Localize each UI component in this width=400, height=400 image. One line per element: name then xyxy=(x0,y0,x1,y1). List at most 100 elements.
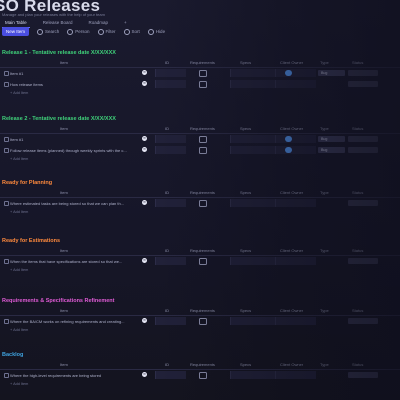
status-badge[interactable] xyxy=(348,371,378,378)
column-header-item[interactable]: Item xyxy=(60,248,68,253)
table-cell[interactable] xyxy=(275,146,316,154)
type-badge[interactable]: Bug xyxy=(318,69,345,76)
column-header-specs[interactable]: Specs xyxy=(240,308,251,313)
updates-icon[interactable]: ✉ xyxy=(142,81,147,86)
column-header-requirements[interactable]: Requirements xyxy=(190,248,215,253)
table-cell[interactable] xyxy=(275,317,316,325)
row-checkbox[interactable] xyxy=(4,319,9,324)
table-cell[interactable] xyxy=(230,199,281,207)
row-checkbox[interactable] xyxy=(4,259,9,264)
new-item-button[interactable]: New Item xyxy=(2,27,30,36)
row-checkbox[interactable] xyxy=(4,373,9,378)
table-cell[interactable] xyxy=(230,69,281,77)
column-header-id[interactable]: ID xyxy=(165,190,169,195)
column-header-client-owner[interactable]: Client Owner xyxy=(280,308,303,313)
column-header-specs[interactable]: Specs xyxy=(240,126,251,131)
column-header-type[interactable]: Type xyxy=(320,60,329,65)
column-header-type[interactable]: Type xyxy=(320,362,329,367)
column-header-id[interactable]: ID xyxy=(165,308,169,313)
status-badge[interactable] xyxy=(348,199,378,206)
item-name[interactable]: Where the high-level requirements are be… xyxy=(10,373,101,378)
row-checkbox[interactable] xyxy=(4,201,9,206)
status-badge[interactable] xyxy=(348,146,378,153)
add-item-button[interactable]: + Add Item xyxy=(10,328,28,332)
updates-icon[interactable]: ✉ xyxy=(142,200,147,205)
updates-icon[interactable]: ✉ xyxy=(142,147,147,152)
requirements-doc-icon[interactable] xyxy=(199,372,207,379)
table-cell[interactable] xyxy=(275,371,316,379)
column-header-item[interactable]: Item xyxy=(60,60,68,65)
updates-icon[interactable]: ✉ xyxy=(142,70,147,75)
column-header-item[interactable]: Item xyxy=(60,126,68,131)
filter-button[interactable]: Filter xyxy=(97,28,116,35)
table-cell[interactable] xyxy=(155,80,186,88)
table-row[interactable]: How release items ✉ xyxy=(0,79,400,89)
table-row[interactable]: Item #1 ✉ Bug xyxy=(0,134,400,144)
table-cell[interactable] xyxy=(230,135,281,143)
table-cell[interactable] xyxy=(275,69,316,77)
table-cell[interactable] xyxy=(275,199,316,207)
row-checkbox[interactable] xyxy=(4,148,9,153)
table-row[interactable]: Item #1 ✉ Bug xyxy=(0,68,400,78)
table-row[interactable]: Where the high-level requirements are be… xyxy=(0,370,400,380)
column-header-requirements[interactable]: Requirements xyxy=(190,308,215,313)
group-title[interactable]: Backlog xyxy=(2,352,23,358)
table-cell[interactable] xyxy=(275,80,316,88)
status-badge[interactable] xyxy=(348,135,378,142)
column-header-type[interactable]: Type xyxy=(320,190,329,195)
item-name[interactable]: Item #1 xyxy=(10,137,23,142)
avatar[interactable] xyxy=(285,146,292,153)
column-header-status[interactable]: Status xyxy=(352,60,363,65)
column-header-status[interactable]: Status xyxy=(352,190,363,195)
requirements-doc-icon[interactable] xyxy=(199,318,207,325)
table-row[interactable]: Where estimated tasks are being stored s… xyxy=(0,198,400,208)
person-button[interactable]: Person xyxy=(67,28,90,35)
avatar[interactable] xyxy=(285,135,292,142)
row-checkbox[interactable] xyxy=(4,71,9,76)
updates-icon[interactable]: ✉ xyxy=(142,318,147,323)
column-header-client-owner[interactable]: Client Owner xyxy=(280,362,303,367)
status-badge[interactable] xyxy=(348,257,378,264)
group-title[interactable]: Requirements & Specifications Refinement xyxy=(2,298,114,304)
column-header-requirements[interactable]: Requirements xyxy=(190,362,215,367)
table-cell[interactable] xyxy=(155,257,186,265)
table-row[interactable]: Where the BA/CM works on refining requir… xyxy=(0,316,400,326)
avatar[interactable] xyxy=(285,69,292,76)
column-header-requirements[interactable]: Requirements xyxy=(190,190,215,195)
updates-icon[interactable]: ✉ xyxy=(142,136,147,141)
column-header-status[interactable]: Status xyxy=(352,308,363,313)
table-cell[interactable] xyxy=(155,199,186,207)
item-name[interactable]: When the items that have specifications … xyxy=(10,259,122,264)
row-checkbox[interactable] xyxy=(4,137,9,142)
column-header-id[interactable]: ID xyxy=(165,126,169,131)
add-item-button[interactable]: + Add Item xyxy=(10,157,28,161)
table-cell[interactable] xyxy=(275,135,316,143)
column-header-specs[interactable]: Specs xyxy=(240,248,251,253)
column-header-status[interactable]: Status xyxy=(352,362,363,367)
table-cell[interactable] xyxy=(230,371,281,379)
table-row[interactable]: Follow release items (planned) through w… xyxy=(0,145,400,155)
requirements-doc-icon[interactable] xyxy=(199,147,207,154)
status-badge[interactable] xyxy=(348,317,378,324)
requirements-doc-icon[interactable] xyxy=(199,200,207,207)
item-name[interactable]: Follow release items (planned) through w… xyxy=(10,148,127,153)
add-item-button[interactable]: + Add Item xyxy=(10,268,28,272)
column-header-status[interactable]: Status xyxy=(352,126,363,131)
search-button[interactable]: Search xyxy=(37,28,59,35)
add-item-button[interactable]: + Add Item xyxy=(10,91,28,95)
column-header-type[interactable]: Type xyxy=(320,126,329,131)
table-cell[interactable] xyxy=(230,146,281,154)
column-header-specs[interactable]: Specs xyxy=(240,362,251,367)
column-header-client-owner[interactable]: Client Owner xyxy=(280,248,303,253)
sort-button[interactable]: Sort xyxy=(123,28,140,35)
column-header-item[interactable]: Item xyxy=(60,362,68,367)
column-header-requirements[interactable]: Requirements xyxy=(190,60,215,65)
column-header-client-owner[interactable]: Client Owner xyxy=(280,126,303,131)
add-item-button[interactable]: + Add Item xyxy=(10,210,28,214)
status-badge[interactable] xyxy=(348,80,378,87)
group-title[interactable]: Ready for Planning xyxy=(2,180,52,186)
column-header-specs[interactable]: Specs xyxy=(240,190,251,195)
group-title[interactable]: Release 1 - Tentative release date X/XX/… xyxy=(2,50,116,56)
table-cell[interactable] xyxy=(230,317,281,325)
requirements-doc-icon[interactable] xyxy=(199,136,207,143)
